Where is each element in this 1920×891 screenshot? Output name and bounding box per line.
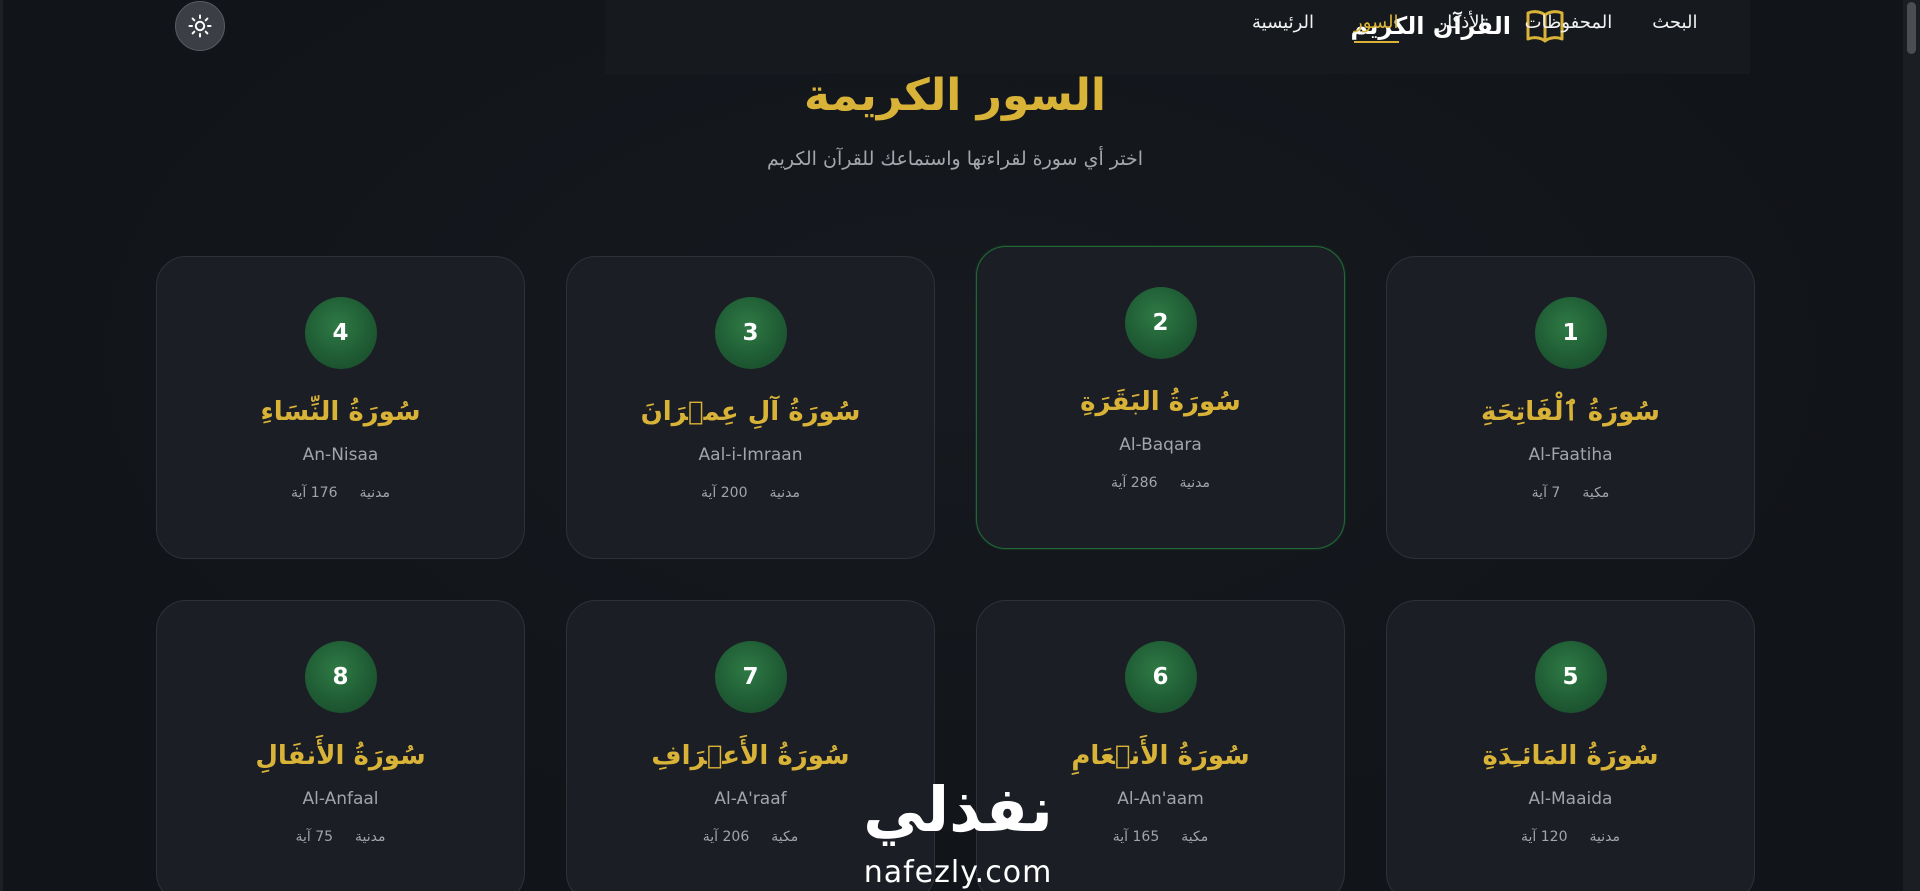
surah-ayah-count: 206 آية — [702, 829, 750, 845]
surah-meta: 120 آية مدنية — [1521, 829, 1620, 845]
page-title: السور الكريمة — [804, 70, 1106, 121]
surah-name: سُورَةُ آلِ عِمۡرَانَ — [640, 397, 861, 427]
scrollbar-thumb[interactable] — [1907, 2, 1916, 54]
surah-card[interactable]: 5 سُورَةُ المَائـِدَةِ Al-Maaida 120 آية… — [1386, 600, 1755, 891]
vertical-scrollbar[interactable] — [1903, 0, 1920, 891]
surah-name: سُورَةُ ٱلْفَاتِحَةِ — [1481, 397, 1660, 427]
surah-number-badge: 7 — [714, 641, 787, 713]
surah-meta: 200 آية مدنية — [701, 485, 800, 501]
surah-latin-name: Al-Baqara — [1119, 435, 1202, 455]
nav-item-search[interactable]: البحث — [1652, 12, 1697, 43]
surah-ayah-count: 200 آية — [701, 485, 748, 501]
surah-number-badge: 5 — [1534, 641, 1607, 713]
surah-revelation-type: مكية — [1181, 829, 1209, 845]
sun-icon — [188, 14, 212, 38]
surah-card[interactable]: 2 سُورَةُ البَقَرَةِ Al-Baqara 286 آية م… — [976, 246, 1345, 549]
main-nav: الرئيسية السور الأذكار المحفوظات البحث — [1252, 12, 1697, 43]
surah-latin-name: Aal-i-Imraan — [698, 445, 803, 465]
surah-latin-name: An-Nisaa — [302, 445, 379, 465]
nav-item-saved[interactable]: المحفوظات — [1525, 12, 1613, 43]
surah-ayah-count: 165 آية — [1112, 829, 1160, 845]
top-navbar: القرآن الكريم الرئيسية السور الأذكار الم… — [605, 0, 1750, 74]
surah-revelation-type: مدنية — [769, 485, 800, 501]
surah-meta: 7 آية مكية — [1532, 485, 1610, 501]
surah-ayah-count: 176 آية — [291, 485, 338, 501]
surah-name: سُورَةُ البَقَرَةِ — [1080, 387, 1241, 417]
nav-item-home[interactable]: الرئيسية — [1252, 12, 1314, 43]
surah-latin-name: Al-Maaida — [1528, 789, 1613, 809]
surah-name: سُورَةُ الأَنفَالِ — [255, 741, 426, 771]
surah-card[interactable]: 3 سُورَةُ آلِ عِمۡرَانَ Aal-i-Imraan 200… — [566, 256, 935, 559]
surah-card[interactable]: 7 سُورَةُ الأَعۡرَافِ Al-A'raaf 206 آية … — [566, 600, 935, 891]
surah-number-badge: 3 — [714, 297, 787, 369]
surah-number-badge: 6 — [1124, 641, 1197, 713]
surah-number-badge: 1 — [1534, 297, 1607, 369]
surah-card[interactable]: 8 سُورَةُ الأَنفَالِ Al-Anfaal 75 آية مد… — [156, 600, 525, 891]
nav-item-surahs[interactable]: السور — [1354, 12, 1399, 43]
surah-name: سُورَةُ الأَعۡرَافِ — [651, 741, 850, 771]
surah-meta: 206 آية مكية — [703, 829, 798, 845]
surah-name: سُورَةُ المَائـِدَةِ — [1482, 741, 1659, 771]
surah-latin-name: Al-A'raaf — [714, 789, 787, 809]
surah-card[interactable]: 4 سُورَةُ النِّسَاءِ An-Nisaa 176 آية مد… — [156, 256, 525, 559]
surah-number-badge: 4 — [304, 297, 377, 369]
surah-latin-name: Al-Faatiha — [1528, 445, 1613, 465]
surah-meta: 176 آية مدنية — [291, 485, 390, 501]
theme-toggle-button[interactable] — [175, 1, 225, 51]
surah-card[interactable]: 6 سُورَةُ الأَنۡعَامِ Al-An'aam 165 آية … — [976, 600, 1345, 891]
surah-revelation-type: مكية — [771, 829, 799, 845]
surah-latin-name: Al-An'aam — [1117, 789, 1204, 809]
surah-ayah-count: 75 آية — [295, 829, 334, 845]
window-left-edge — [0, 0, 3, 891]
surah-revelation-type: مدنية — [359, 485, 390, 501]
nav-item-adhkar[interactable]: الأذكار — [1439, 12, 1485, 43]
surah-name: سُورَةُ النِّسَاءِ — [260, 397, 421, 427]
surah-latin-name: Al-Anfaal — [302, 789, 379, 809]
surah-meta: 286 آية مدنية — [1111, 475, 1210, 491]
surah-meta: 165 آية مكية — [1113, 829, 1208, 845]
surah-number-badge: 8 — [304, 641, 377, 713]
surah-ayah-count: 120 آية — [1521, 829, 1568, 845]
page-subtitle: اختر أي سورة لقراءتها واستماعك للقرآن ال… — [766, 148, 1144, 170]
surah-card[interactable]: 1 سُورَةُ ٱلْفَاتِحَةِ Al-Faatiha 7 آية … — [1386, 256, 1755, 559]
surah-revelation-type: مدنية — [1179, 475, 1210, 491]
surah-revelation-type: مكية — [1582, 485, 1610, 501]
surah-name: سُورَةُ الأَنۡعَامِ — [1071, 741, 1250, 771]
surah-number-badge: 2 — [1124, 287, 1197, 359]
surah-revelation-type: مدنية — [1589, 829, 1620, 845]
surah-revelation-type: مدنية — [355, 829, 386, 845]
surah-ayah-count: 7 آية — [1531, 485, 1561, 501]
surah-meta: 75 آية مدنية — [295, 829, 385, 845]
surah-ayah-count: 286 آية — [1111, 475, 1158, 491]
